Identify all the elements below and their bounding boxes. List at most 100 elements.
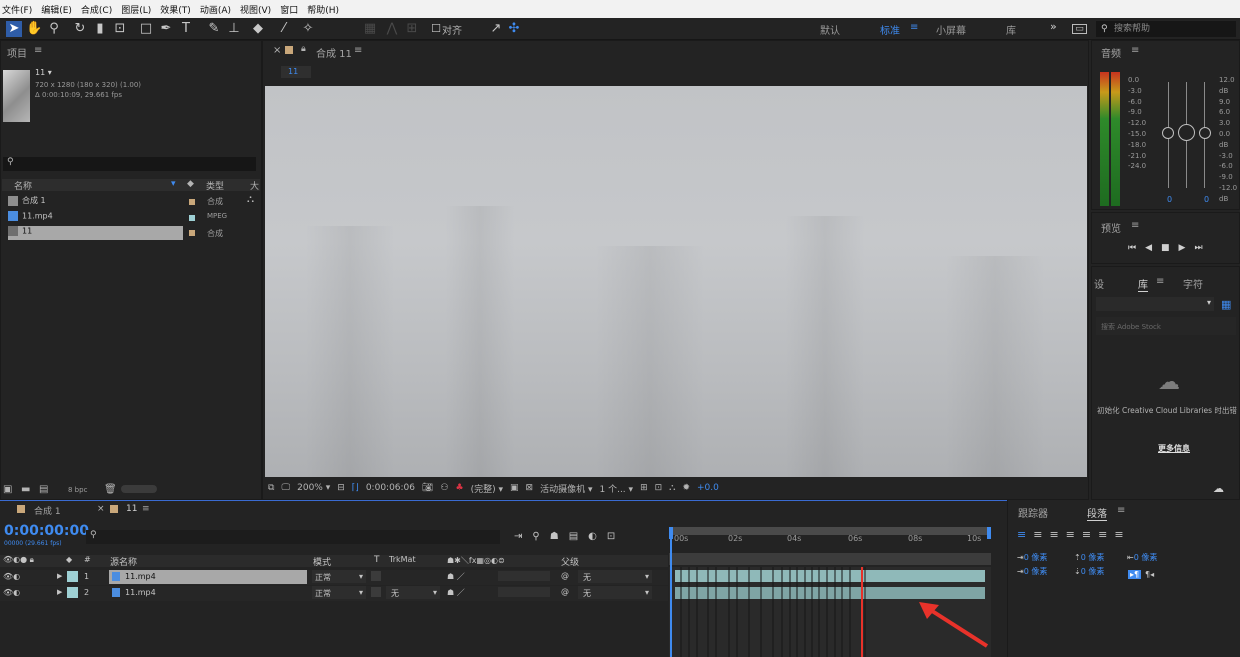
right-level-knob[interactable] — [1199, 127, 1211, 139]
close-tab-icon[interactable]: × — [97, 504, 105, 514]
flowchart-icon[interactable]: ⛬ — [247, 194, 254, 205]
interpret-footage-icon[interactable]: ▣ — [3, 484, 12, 495]
layer-name[interactable]: 11.mp4 — [109, 570, 307, 584]
preserve-transparency-checkbox[interactable] — [371, 571, 381, 581]
label-color-swatch[interactable] — [189, 215, 195, 221]
column-size[interactable]: 大 — [250, 179, 259, 192]
comp-flowchart-icon[interactable]: ⛬ — [669, 483, 675, 493]
label-tag-icon[interactable]: ◆ — [187, 179, 194, 189]
trkmat-dropdown[interactable]: 无 ▾ — [386, 586, 440, 599]
always-preview-icon[interactable]: ⧉ — [268, 483, 274, 493]
layer-switches[interactable]: ☗ ／ — [447, 571, 465, 582]
panel-menu-icon[interactable]: ≡ — [142, 504, 150, 514]
thumbnail-slider[interactable] — [121, 485, 157, 493]
composition-tab[interactable]: 合成 11 — [316, 45, 352, 60]
workspace-overflow-button[interactable]: » — [1050, 20, 1057, 33]
new-composition-icon[interactable]: ▤ — [39, 484, 48, 495]
layer-switches[interactable]: ☗ ／ — [447, 587, 465, 598]
new-folder-icon[interactable]: ▬ — [21, 484, 30, 495]
expand-triangle-icon[interactable]: ▶ — [57, 572, 62, 580]
label-color-swatch[interactable] — [189, 199, 195, 205]
label-color-swatch[interactable] — [67, 587, 78, 598]
menu-view[interactable]: 视图(V) — [240, 3, 271, 16]
menu-effect[interactable]: 效果(T) — [160, 3, 191, 16]
trkmat-header[interactable]: TrkMat — [389, 555, 416, 564]
left-level-value[interactable]: 0 — [1167, 195, 1172, 204]
align-left-icon[interactable]: ≡ — [1017, 528, 1033, 541]
workspace-default[interactable]: 默认 — [820, 22, 840, 37]
project-search-input[interactable]: ⚲ — [3, 157, 256, 171]
current-time-marker[interactable] — [670, 528, 677, 657]
graph-editor-icon[interactable]: ⊡ — [607, 531, 625, 542]
menu-composition[interactable]: 合成(C) — [81, 3, 112, 16]
local-axis-icon[interactable]: ▦ — [362, 21, 378, 37]
snap-icon[interactable]: ↗ — [488, 21, 504, 37]
left-level-knob[interactable] — [1162, 127, 1174, 139]
indent-right-field[interactable]: ⇤0 像素 — [1127, 552, 1157, 563]
snapshot-icon[interactable]: 📷︎ — [422, 483, 433, 493]
delete-icon[interactable]: 🗑 — [104, 484, 117, 495]
toggle-mask-icon[interactable]: ⊠ — [526, 483, 534, 493]
exposure-value[interactable]: +0.0 — [697, 483, 719, 493]
pickwhip-icon[interactable]: @ — [561, 571, 569, 580]
space-after-field[interactable]: ⇣0 像素 — [1074, 566, 1104, 577]
monitor-icon[interactable]: 🖵 — [281, 483, 290, 493]
justify-center-icon[interactable]: ≡ — [1082, 528, 1098, 541]
workspace-standard[interactable]: 标准 — [880, 22, 900, 37]
layer-switch-boxes[interactable] — [498, 571, 550, 581]
justify-right-icon[interactable]: ≡ — [1098, 528, 1114, 541]
justify-all-icon[interactable]: ≡ — [1114, 528, 1130, 541]
panel-menu-icon[interactable]: ≡ — [1117, 505, 1125, 516]
layer-switch-boxes[interactable] — [498, 587, 550, 597]
region-of-interest-icon[interactable]: ⌈⌋ — [352, 483, 359, 493]
layer-name[interactable]: 11.mp4 — [109, 586, 307, 600]
label-color-swatch[interactable] — [67, 571, 78, 582]
audio-panel-title[interactable]: 音频 — [1101, 45, 1121, 60]
clone-stamp-tool-icon[interactable]: ⊥ — [226, 21, 242, 37]
menu-help[interactable]: 帮助(H) — [307, 3, 339, 16]
rtl-direction-button[interactable]: ¶◂ — [1145, 570, 1154, 579]
panel-menu-icon[interactable]: ≡ — [1131, 45, 1139, 56]
effects-tab[interactable]: 设 — [1094, 276, 1104, 291]
justify-left-icon[interactable]: ≡ — [1066, 528, 1082, 541]
world-axis-icon[interactable]: ⋀ — [384, 21, 400, 37]
parent-header[interactable]: 父级 — [561, 555, 579, 568]
menu-file[interactable]: 文件(F) — [2, 3, 32, 16]
type-tool-icon[interactable]: T — [178, 21, 194, 37]
next-frame-icon[interactable]: ▶ — [1179, 243, 1195, 253]
first-frame-icon[interactable]: ⏮ — [1128, 243, 1145, 253]
sync-settings-icon[interactable]: ▭ — [1072, 24, 1087, 34]
fit-icon[interactable]: ⊟ — [337, 483, 345, 493]
first-line-indent-field[interactable]: ⇥0 像素 — [1017, 566, 1047, 577]
timeline-icon[interactable]: ⊡ — [655, 483, 663, 493]
puppet-tool-icon[interactable]: ✧ — [300, 21, 316, 37]
libraries-tab[interactable]: 库 — [1138, 276, 1148, 292]
indent-left-field[interactable]: ⇥0 像素 — [1017, 552, 1047, 563]
panel-menu-icon[interactable]: ≡ — [34, 45, 42, 56]
right-level-value[interactable]: 0 — [1204, 195, 1209, 204]
current-time-indicator[interactable]: 0:00:00:00 — [4, 523, 89, 539]
workspace-small-screen[interactable]: 小屏幕 — [936, 22, 966, 37]
timeline-tab-comp1[interactable]: 合成 1 — [34, 504, 61, 517]
exposure-icon[interactable]: ✹ — [682, 483, 690, 493]
source-name-header[interactable]: 源名称 — [110, 555, 137, 568]
brush-tool-icon[interactable]: ✎ — [206, 21, 222, 37]
preview-panel-title[interactable]: 预览 — [1101, 220, 1121, 235]
roto-brush-tool-icon[interactable]: ⁄ — [276, 21, 292, 37]
visibility-toggle[interactable]: 👁︎◐ — [3, 588, 20, 597]
timeline-tab-11[interactable]: 11 — [126, 504, 137, 514]
last-frame-icon[interactable]: ⏭ — [1194, 243, 1211, 253]
pan-behind-tool-icon[interactable]: ⊡ — [112, 21, 128, 37]
expand-triangle-icon[interactable]: ▶ — [57, 588, 62, 596]
space-before-field[interactable]: ⇡0 像素 — [1074, 552, 1104, 563]
views-dropdown[interactable]: 1 个... ▾ — [600, 482, 634, 495]
time-navigator[interactable] — [669, 553, 991, 565]
tracker-tab[interactable]: 跟踪器 — [1018, 505, 1048, 520]
menu-window[interactable]: 窗口 — [280, 3, 298, 16]
menu-edit[interactable]: 编辑(E) — [41, 3, 72, 16]
show-snapshot-icon[interactable]: ⚇ — [440, 483, 448, 493]
camera-tool-icon[interactable]: ▮ — [92, 21, 108, 37]
comp-mini-flowchart-icon[interactable]: ⇥ — [514, 531, 532, 542]
visibility-toggle[interactable]: 👁︎◐ — [3, 572, 20, 581]
fast-previews-icon[interactable]: ⊞ — [640, 483, 648, 493]
